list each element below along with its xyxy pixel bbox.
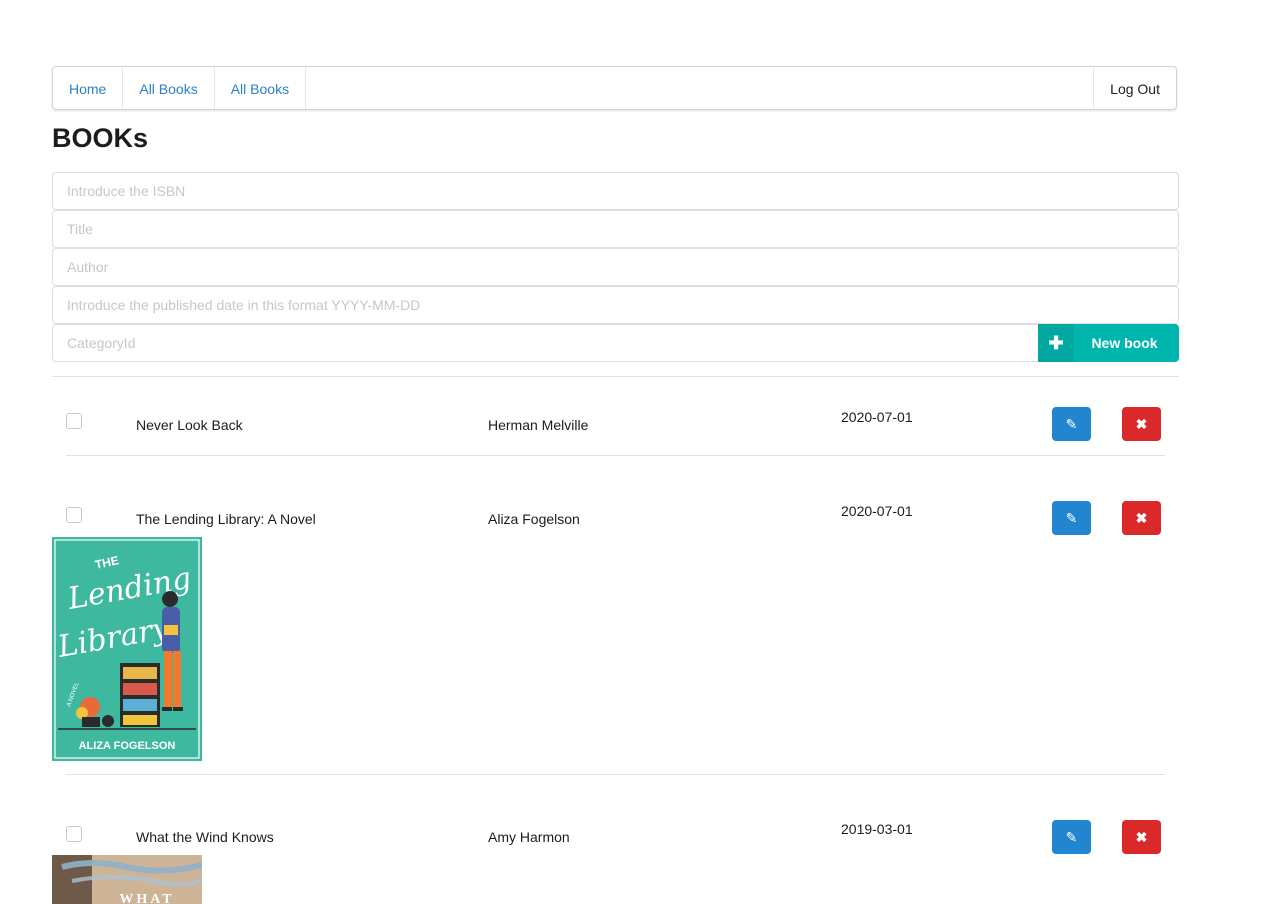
author-input[interactable] — [52, 248, 1179, 286]
cover-text-what: WHAT — [119, 892, 174, 904]
page-title: BOOKs — [52, 123, 149, 153]
close-icon: ✖ — [1135, 509, 1148, 526]
delete-button[interactable]: ✖ — [1122, 501, 1161, 535]
delete-button[interactable]: ✖ — [1122, 407, 1161, 441]
top-menu: Home All Books All Books Log Out — [52, 66, 1177, 110]
book-title: The Lending Library: A Novel — [136, 511, 316, 527]
pencil-icon: ✎ — [1065, 828, 1078, 845]
book-cover-image: THE Lending Library A NOVEL ALIZA FOGELS… — [52, 537, 202, 761]
book-title: What the Wind Knows — [136, 829, 274, 845]
nav-all-books[interactable]: All Books — [123, 67, 215, 109]
pencil-icon: ✎ — [1065, 509, 1078, 526]
book-date: 2020-07-01 — [841, 503, 913, 519]
row-divider — [66, 455, 1165, 456]
book-author: Herman Melville — [488, 417, 589, 433]
book-date: 2020-07-01 — [841, 409, 913, 425]
cover-text-author: ALIZA FOGELSON — [79, 740, 176, 752]
plus-icon: ✚ — [1038, 324, 1074, 362]
edit-button[interactable]: ✎ — [1052, 820, 1091, 854]
menu-spacer — [306, 67, 1093, 109]
logout-button[interactable]: Log Out — [1093, 67, 1176, 109]
published-date-input[interactable] — [52, 286, 1179, 324]
row-checkbox[interactable] — [66, 413, 82, 429]
row-checkbox[interactable] — [66, 826, 82, 842]
edit-button[interactable]: ✎ — [1052, 407, 1091, 441]
book-cover-image: WHAT — [52, 855, 202, 904]
book-author: Aliza Fogelson — [488, 511, 580, 527]
book-title: Never Look Back — [136, 417, 243, 433]
book-author: Amy Harmon — [488, 829, 570, 845]
new-book-button[interactable]: ✚ New book — [1038, 324, 1179, 362]
isbn-input[interactable] — [52, 172, 1179, 210]
book-date: 2019-03-01 — [841, 821, 913, 837]
nav-home[interactable]: Home — [53, 67, 124, 109]
close-icon: ✖ — [1135, 415, 1148, 432]
edit-button[interactable]: ✎ — [1052, 501, 1091, 535]
row-checkbox[interactable] — [66, 507, 82, 523]
new-book-label: New book — [1091, 335, 1158, 351]
title-input[interactable] — [52, 210, 1179, 248]
close-icon: ✖ — [1135, 828, 1148, 845]
delete-button[interactable]: ✖ — [1122, 820, 1161, 854]
row-divider — [66, 774, 1165, 775]
category-id-input[interactable] — [52, 324, 1040, 362]
pencil-icon: ✎ — [1065, 415, 1078, 432]
nav-all-books-2[interactable]: All Books — [215, 67, 307, 109]
divider — [52, 376, 1179, 377]
